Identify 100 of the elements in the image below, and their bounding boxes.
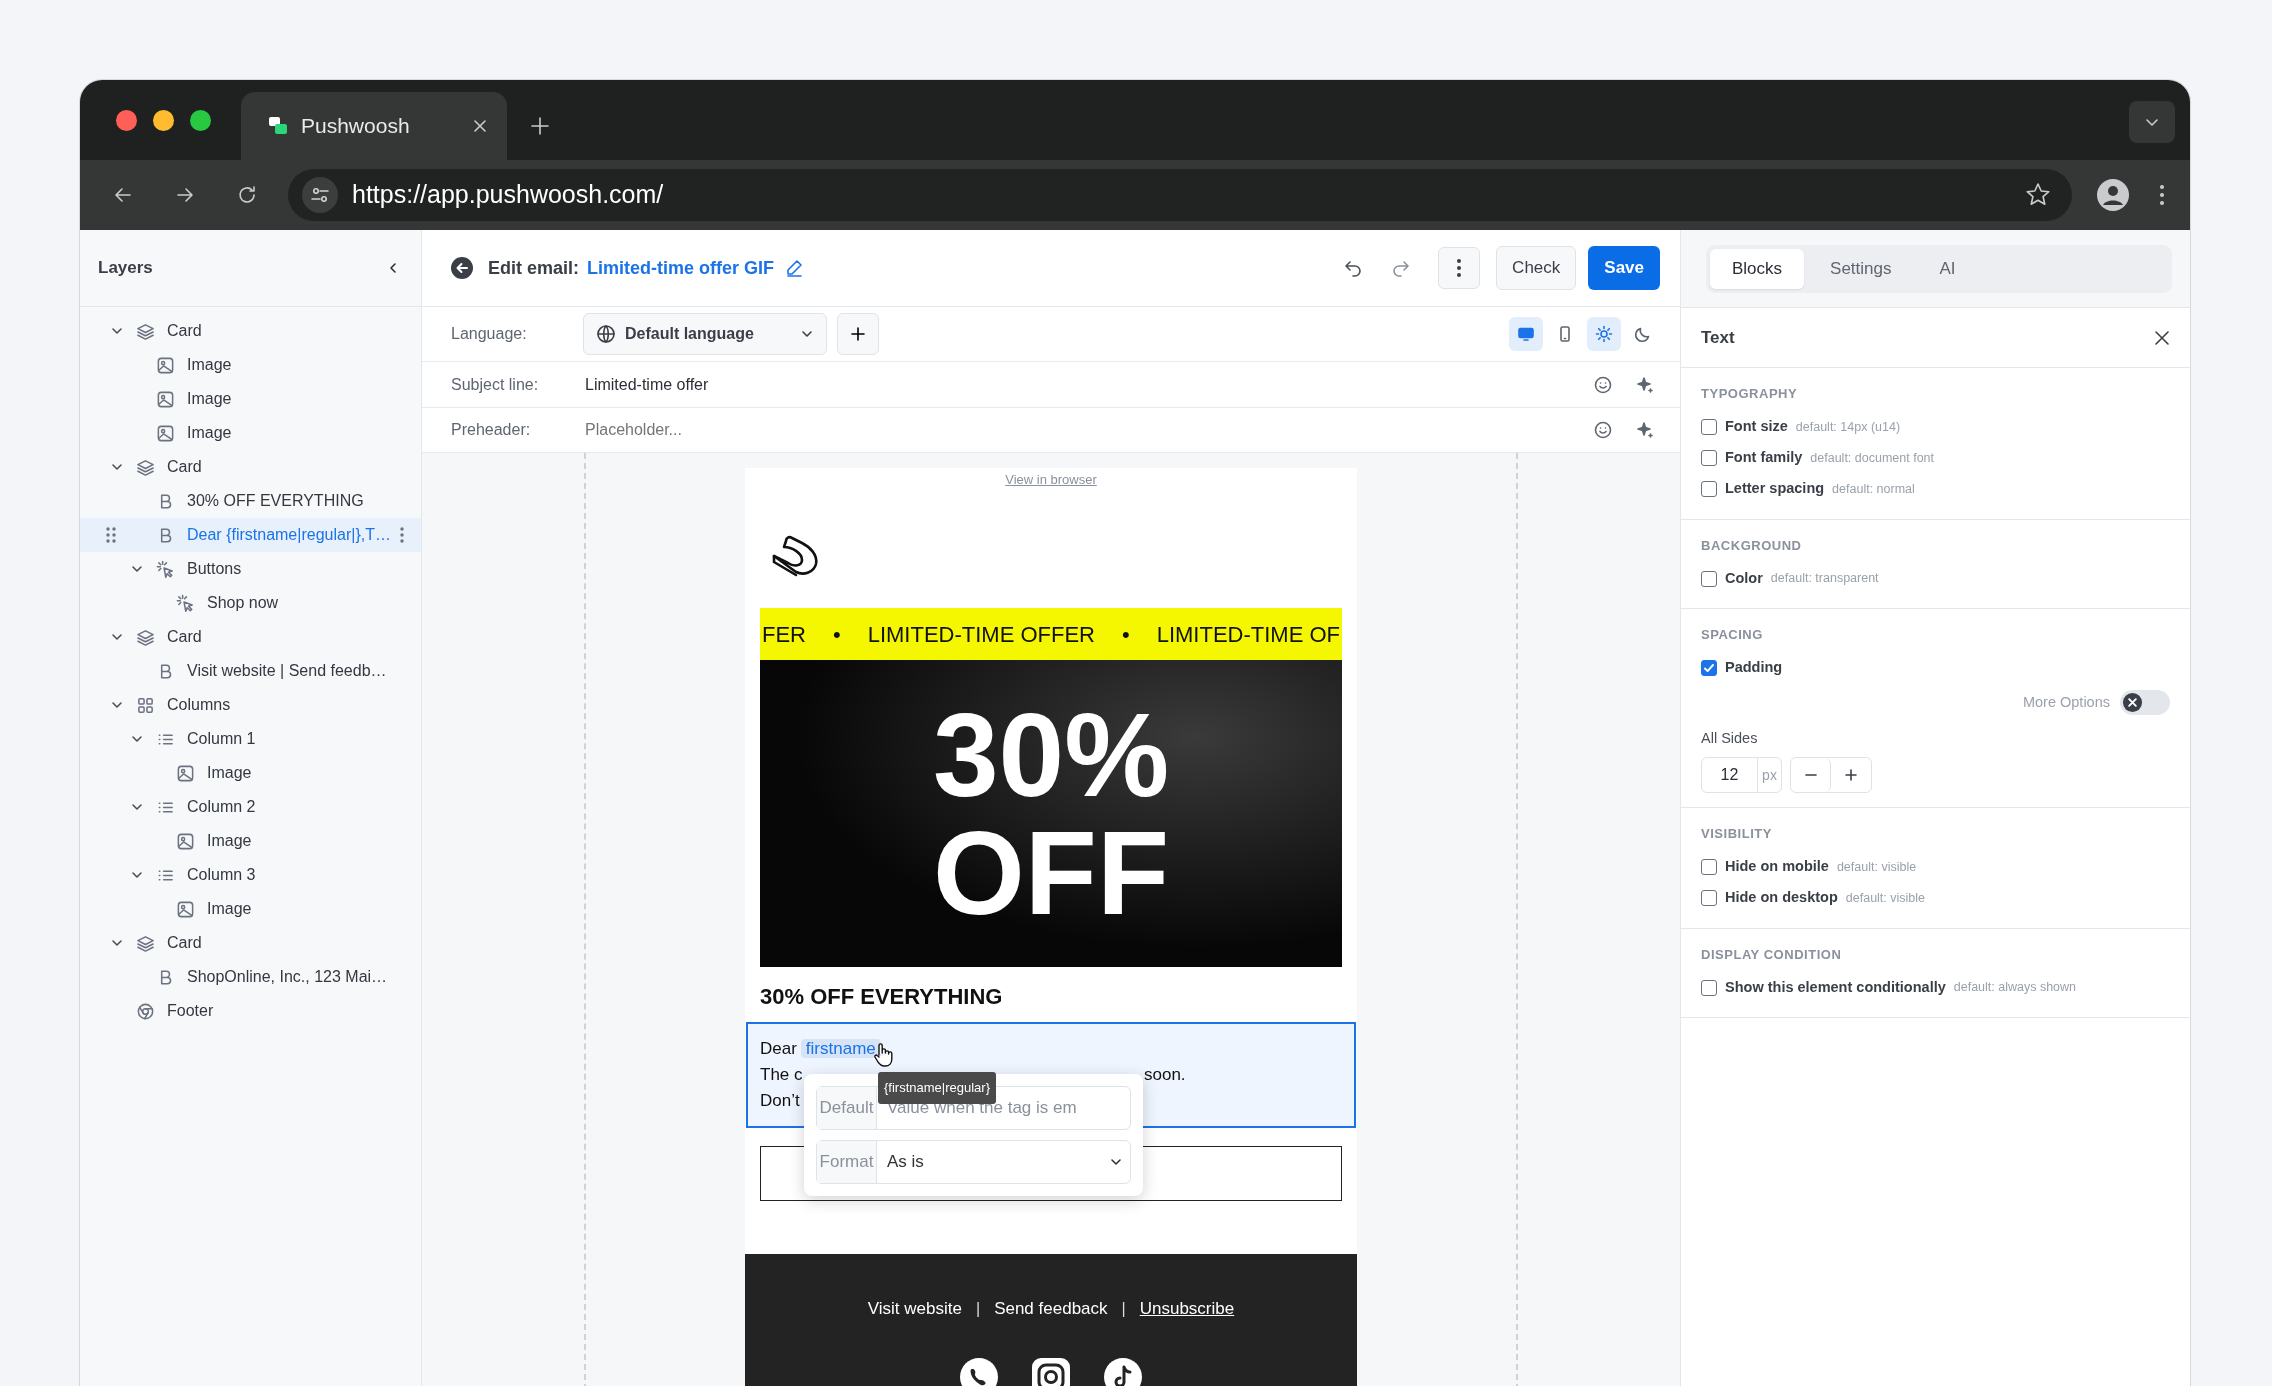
- layer-item[interactable]: Footer: [80, 994, 421, 1028]
- layer-item[interactable]: Image: [80, 756, 421, 790]
- field-label: Preheader:: [451, 420, 532, 440]
- panel-title: Layers: [98, 257, 153, 280]
- sparkle-icon[interactable]: [1636, 421, 1654, 439]
- window-control-dot[interactable]: [153, 109, 174, 131]
- add-language-button[interactable]: [837, 313, 879, 355]
- more-icon[interactable]: [399, 526, 405, 544]
- section-title: SPACING: [1701, 626, 1764, 644]
- option-label: Color: [1725, 568, 1763, 588]
- option-label: Hide on desktop: [1725, 888, 1838, 908]
- more-icon[interactable]: [2158, 182, 2166, 208]
- subject-field[interactable]: Limited-time offer: [583, 371, 1594, 398]
- tag-tooltip: {firstname|regular}: [878, 1072, 996, 1104]
- email-title-link[interactable]: Limited-time offer GIF: [587, 254, 775, 282]
- layer-item[interactable]: Column 3: [80, 858, 421, 892]
- close-icon[interactable]: [471, 117, 489, 135]
- layer-item[interactable]: Image: [80, 824, 421, 858]
- personalization-tag[interactable]: firstname: [800, 1039, 881, 1058]
- grid-icon: [136, 695, 155, 715]
- tab-title: Pushwoosh: [301, 113, 411, 140]
- option-hint: default: always shown: [1953, 979, 2077, 997]
- check-button[interactable]: Check: [1496, 246, 1577, 290]
- panel-tab[interactable]: AI: [1917, 249, 1978, 289]
- layer-item[interactable]: Buttons: [80, 552, 421, 586]
- language-dropdown[interactable]: Default language: [583, 313, 827, 355]
- checkbox[interactable]: [1701, 570, 1717, 587]
- checkbox[interactable]: [1701, 660, 1717, 676]
- checkbox[interactable]: [1701, 859, 1717, 876]
- panel-tab[interactable]: Blocks: [1710, 249, 1805, 289]
- layer-item[interactable]: Column 1: [80, 722, 421, 756]
- panel-title: Text: [1701, 326, 1735, 349]
- desktop-view-button[interactable]: [1509, 317, 1543, 351]
- back-icon[interactable]: [450, 256, 474, 280]
- checkbox[interactable]: [1701, 481, 1717, 497]
- image-icon: [176, 763, 195, 783]
- checkbox[interactable]: [1701, 890, 1717, 907]
- padding-field[interactable]: 12 px: [1701, 757, 1782, 794]
- sun-icon: [1595, 325, 1613, 343]
- pencil-icon[interactable]: [784, 258, 805, 278]
- plus-icon: [849, 325, 867, 343]
- layer-item[interactable]: Image: [80, 892, 421, 926]
- site-settings-icon[interactable]: [302, 177, 338, 213]
- logo-icon: [771, 534, 821, 578]
- section-title: DISPLAY CONDITION: [1701, 945, 1843, 964]
- address-bar[interactable]: https://app.pushwoosh.com/: [288, 169, 2072, 221]
- field-label: Language:: [451, 324, 528, 344]
- x-knob-icon: [2122, 692, 2143, 713]
- option-label: Show this element conditionally: [1725, 977, 1946, 997]
- checkbox[interactable]: [1701, 979, 1717, 996]
- layer-item[interactable]: Shop now: [80, 586, 421, 620]
- sparkle-icon[interactable]: [1636, 375, 1654, 394]
- layer-item[interactable]: Image: [80, 416, 421, 450]
- smiley-icon[interactable]: [1594, 375, 1612, 394]
- body-text: Don’t: [760, 1091, 800, 1110]
- window-control-dot[interactable]: [116, 109, 137, 131]
- layer-item[interactable]: ShopOnline, Inc., 123 Mai…: [80, 960, 421, 994]
- hand-cursor-icon: [873, 1042, 895, 1068]
- image-icon: [156, 389, 175, 409]
- banner-text: FER: [762, 620, 806, 649]
- layer-item[interactable]: Visit website | Send feedb…: [80, 654, 421, 688]
- layer-item[interactable]: Image: [80, 348, 421, 382]
- drag-handle-icon[interactable]: [105, 526, 117, 544]
- image-icon: [176, 899, 195, 919]
- layer-item[interactable]: Card: [80, 620, 421, 654]
- profile-icon[interactable]: [2096, 178, 2130, 212]
- browser-tab[interactable]: Pushwoosh: [241, 92, 507, 160]
- footer-link[interactable]: Send feedback: [994, 1296, 1108, 1322]
- new-tab-icon[interactable]: [529, 115, 551, 137]
- toggle-switch[interactable]: [2120, 690, 2170, 715]
- preheader-field[interactable]: Placeholder...: [583, 417, 1594, 443]
- desktop-icon: [1517, 325, 1535, 343]
- panel-tab[interactable]: Settings: [1808, 249, 1914, 289]
- save-button[interactable]: Save: [1588, 246, 1660, 290]
- page-heading: Edit email:: [488, 256, 580, 280]
- click-icon: [176, 593, 195, 613]
- smiley-icon[interactable]: [1594, 421, 1612, 439]
- sun-view-button[interactable]: [1587, 317, 1621, 351]
- window-control-dot[interactable]: [190, 109, 211, 131]
- checkbox[interactable]: [1701, 419, 1717, 435]
- layer-item[interactable]: Card: [80, 926, 421, 960]
- layer-item[interactable]: Columns: [80, 688, 421, 722]
- layer-item[interactable]: 30% OFF EVERYTHING: [80, 484, 421, 518]
- layer-item[interactable]: Card: [80, 450, 421, 484]
- footer-link[interactable]: Unsubscribe: [1139, 1296, 1235, 1322]
- checkbox[interactable]: [1701, 450, 1717, 466]
- footer-link[interactable]: Visit website: [867, 1296, 962, 1322]
- plus-icon: [1844, 768, 1858, 783]
- close-icon[interactable]: [2154, 329, 2170, 346]
- layer-item[interactable]: Card: [80, 314, 421, 348]
- field-label: All Sides: [1701, 728, 1759, 748]
- layer-item[interactable]: Image: [80, 382, 421, 416]
- layer-item[interactable]: Dear {firstname|regular|},T…: [80, 518, 421, 552]
- option-label: Font family: [1725, 448, 1803, 468]
- body-text: Dear: [760, 1039, 797, 1058]
- section-title: BACKGROUND: [1701, 536, 1803, 555]
- option-label: Padding: [1725, 658, 1783, 678]
- layer-item[interactable]: Column 2: [80, 790, 421, 824]
- image-icon: [156, 423, 175, 443]
- bullet-text: •: [833, 620, 841, 649]
